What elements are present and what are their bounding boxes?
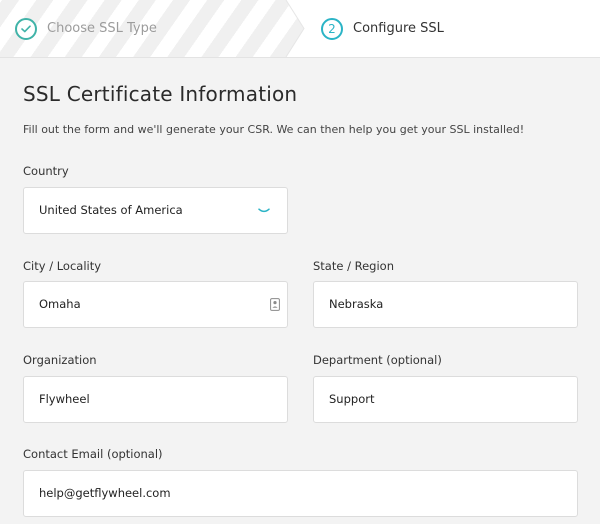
department-field[interactable] [313,376,578,423]
state-input[interactable] [329,282,542,327]
organization-input[interactable] [39,377,252,422]
contact-email-input[interactable] [39,471,542,516]
step-complete-indicator [15,17,37,40]
check-icon [21,24,31,32]
step-number: 2 [328,21,336,36]
page-intro: Fill out the form and we'll generate you… [23,123,525,136]
ssl-stepper: Choose SSL Type 2 Configure SSL [0,0,600,58]
organization-field[interactable] [23,376,288,423]
country-select-value: United States of America [39,203,183,217]
step-label: Configure SSL [353,21,444,36]
state-field[interactable] [313,281,578,328]
chevron-down-icon [258,208,270,213]
city-input[interactable] [39,282,252,327]
contact-email-field[interactable] [23,470,578,517]
step-number-indicator: 2 [321,17,343,40]
country-label: Country [23,164,69,178]
step-choose-ssl-type[interactable]: Choose SSL Type [15,0,157,57]
contact-card-icon [270,298,280,311]
contact-email-label: Contact Email (optional) [23,447,163,461]
city-label: City / Locality [23,259,102,273]
organization-label: Organization [23,353,97,367]
page-title: SSL Certificate Information [23,82,298,106]
department-input[interactable] [329,377,542,422]
step-configure-ssl[interactable]: 2 Configure SSL [321,0,444,57]
step-label: Choose SSL Type [47,21,157,36]
department-label: Department (optional) [313,353,442,367]
state-label: State / Region [313,259,394,273]
country-select[interactable]: United States of America [23,187,288,234]
city-field[interactable] [23,281,288,328]
